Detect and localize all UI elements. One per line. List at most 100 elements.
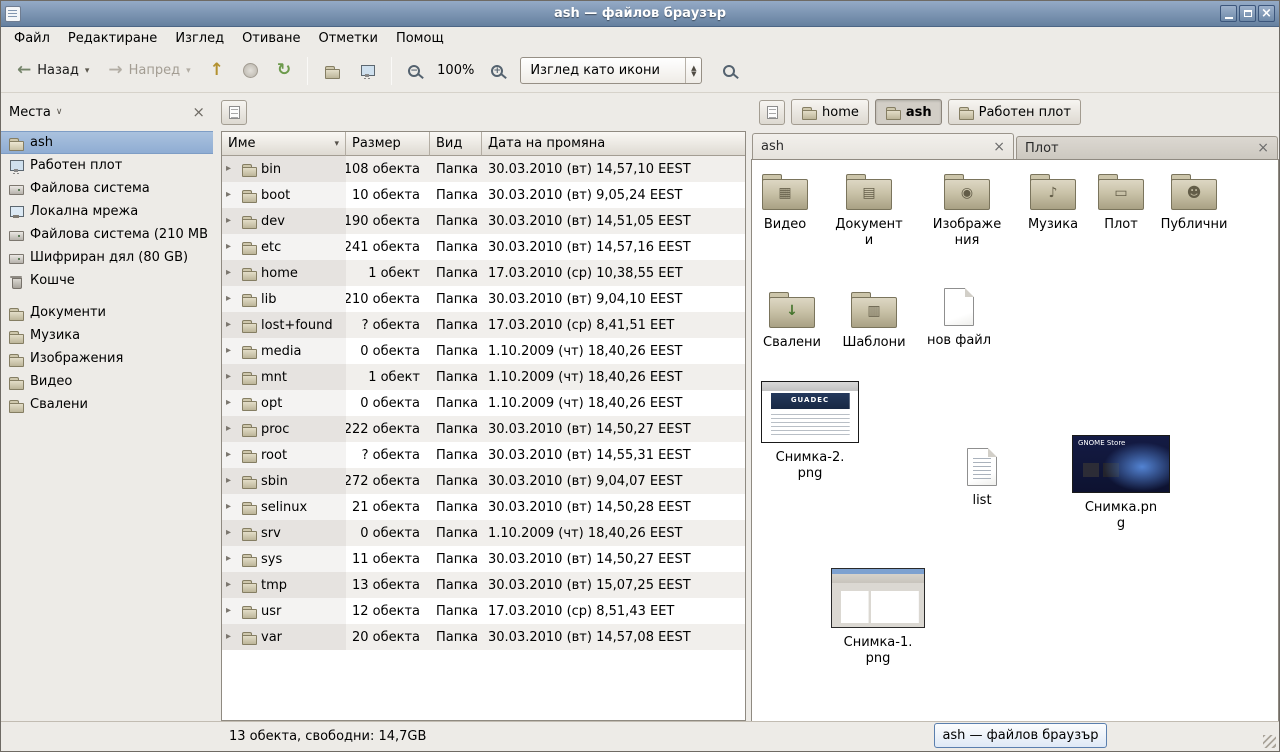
expander-icon[interactable]: ▸ (226, 372, 237, 382)
expander-icon[interactable]: ▸ (226, 450, 237, 460)
menu-item[interactable]: Отметки (309, 27, 386, 49)
column-header-date[interactable]: Дата на промяна (482, 132, 745, 156)
stop-button[interactable] (235, 55, 266, 87)
back-button[interactable]: ← Назад ▾ (9, 55, 97, 87)
table-row[interactable]: ▸ dev 190 обекта Папка 30.03.2010 (вт) 1… (222, 208, 745, 234)
icon-view-item[interactable]: нов файл (917, 288, 1001, 349)
forward-button[interactable]: → Напред ▾ (100, 55, 198, 87)
icon-view-item[interactable]: ▥ Шаблони (832, 292, 916, 351)
tab-close-icon[interactable]: × (993, 140, 1005, 154)
icon-view-item[interactable]: GUADEC Снимка-2.png (756, 381, 864, 483)
sidebar-item[interactable]: Локална мрежа (1, 200, 213, 223)
expander-icon[interactable]: ▸ (226, 502, 237, 512)
icon-view-item[interactable]: ↓ Свалени (751, 292, 834, 351)
sidebar-item[interactable]: Видео (1, 370, 213, 393)
sidebar-item[interactable]: Свалени (1, 393, 213, 416)
zoom-out-button[interactable]: − (400, 55, 428, 87)
icon-view-item[interactable]: ▤ Документи (827, 174, 911, 250)
sidebar-title[interactable]: Места (9, 105, 51, 120)
icon-view-item[interactable]: ◉ Изображения (925, 174, 1009, 250)
sidebar-item[interactable]: Работен плот (1, 154, 213, 177)
table-row[interactable]: ▸ sys 11 обекта Папка 30.03.2010 (вт) 14… (222, 546, 745, 572)
tab[interactable]: ash × (752, 133, 1014, 159)
expander-icon[interactable]: ▸ (226, 554, 237, 564)
computer-button[interactable] (351, 55, 383, 87)
sidebar-item[interactable]: Документи (1, 301, 213, 324)
column-header-size[interactable]: Размер (346, 132, 430, 156)
sidebar-item[interactable]: Изображения (1, 347, 213, 370)
resize-grip[interactable] (1263, 735, 1276, 748)
view-mode-select[interactable]: Изглед като икони ▲▼ (520, 57, 702, 84)
icon-view-item[interactable]: ▭ Плот (1079, 174, 1163, 233)
table-row[interactable]: ▸ var 20 обекта Папка 30.03.2010 (вт) 14… (222, 624, 745, 650)
table-row[interactable]: ▸ opt 0 обекта Папка 1.10.2009 (чт) 18,4… (222, 390, 745, 416)
menu-item[interactable]: Файл (5, 27, 59, 49)
expander-icon[interactable]: ▸ (226, 190, 237, 200)
icon-view-item[interactable]: ☻ Публични (1152, 174, 1236, 233)
table-row[interactable]: ▸ selinux 21 обекта Папка 30.03.2010 (вт… (222, 494, 745, 520)
tab-close-icon[interactable]: × (1257, 141, 1269, 155)
table-row[interactable]: ▸ tmp 13 обекта Папка 30.03.2010 (вт) 15… (222, 572, 745, 598)
path-button[interactable]: home (791, 99, 869, 125)
task-list-button[interactable]: ash — файлов браузър (934, 723, 1107, 748)
spinner-arrows-icon[interactable]: ▲▼ (685, 58, 701, 83)
chevron-down-icon[interactable]: ∨ (56, 107, 63, 117)
minimize-button[interactable] (1220, 5, 1237, 22)
expander-icon[interactable]: ▸ (226, 242, 237, 252)
table-row[interactable]: ▸ sbin 272 обекта Папка 30.03.2010 (вт) … (222, 468, 745, 494)
expander-icon[interactable]: ▸ (226, 346, 237, 356)
sidebar-item[interactable]: Кошче (1, 269, 213, 292)
table-row[interactable]: ▸ lib 210 обекта Папка 30.03.2010 (вт) 9… (222, 286, 745, 312)
expander-icon[interactable]: ▸ (226, 216, 237, 226)
menu-item[interactable]: Отиване (233, 27, 309, 49)
table-row[interactable]: ▸ bin 108 обекта Папка 30.03.2010 (вт) 1… (222, 156, 745, 182)
search-button[interactable] (715, 55, 743, 87)
sidebar-item[interactable]: ash (1, 131, 213, 154)
table-row[interactable]: ▸ boot 10 обекта Папка 30.03.2010 (вт) 9… (222, 182, 745, 208)
sidebar-item[interactable] (1, 292, 213, 301)
icon-view-item[interactable]: list (940, 448, 1024, 509)
sidebar-item[interactable]: Шифриран дял (80 GB) (1, 246, 213, 269)
table-row[interactable]: ▸ mnt 1 обект Папка 1.10.2009 (чт) 18,40… (222, 364, 745, 390)
table-row[interactable]: ▸ srv 0 обекта Папка 1.10.2009 (чт) 18,4… (222, 520, 745, 546)
expander-icon[interactable]: ▸ (226, 424, 237, 434)
icon-view-item[interactable]: ▦ Видео (751, 174, 827, 233)
expander-icon[interactable]: ▸ (226, 320, 237, 330)
path-button[interactable]: Работен плот (948, 99, 1081, 125)
table-row[interactable]: ▸ home 1 обект Папка 17.03.2010 (ср) 10,… (222, 260, 745, 286)
table-row[interactable]: ▸ media 0 обекта Папка 1.10.2009 (чт) 18… (222, 338, 745, 364)
location-toggle-button[interactable] (759, 100, 785, 125)
table-row[interactable]: ▸ root ? обекта Папка 30.03.2010 (вт) 14… (222, 442, 745, 468)
home-button[interactable] (316, 55, 348, 87)
sidebar-close-button[interactable]: × (192, 105, 205, 120)
titlebar[interactable]: ash — файлов браузър × (1, 1, 1279, 27)
expander-icon[interactable]: ▸ (226, 398, 237, 408)
column-header-name[interactable]: Име ▾ (222, 132, 346, 156)
up-button[interactable]: ↑ (202, 55, 232, 87)
pane-toggle-button[interactable] (221, 100, 247, 125)
maximize-button[interactable] (1239, 5, 1256, 22)
menu-item[interactable]: Редактиране (59, 27, 166, 49)
expander-icon[interactable]: ▸ (226, 294, 237, 304)
tab[interactable]: Плот × (1016, 136, 1278, 159)
menu-item[interactable]: Изглед (166, 27, 233, 49)
close-button[interactable]: × (1258, 5, 1275, 22)
sidebar-item[interactable]: Музика (1, 324, 213, 347)
expander-icon[interactable]: ▸ (226, 268, 237, 278)
table-row[interactable]: ▸ usr 12 обекта Папка 17.03.2010 (ср) 8,… (222, 598, 745, 624)
column-header-type[interactable]: Вид (430, 132, 482, 156)
expander-icon[interactable]: ▸ (226, 528, 237, 538)
table-row[interactable]: ▸ etc 241 обекта Папка 30.03.2010 (вт) 1… (222, 234, 745, 260)
table-row[interactable]: ▸ lost+found ? обекта Папка 17.03.2010 (… (222, 312, 745, 338)
expander-icon[interactable]: ▸ (226, 476, 237, 486)
expander-icon[interactable]: ▸ (226, 632, 237, 642)
icon-view-item[interactable]: GNOME Store Снимка.png (1067, 435, 1175, 533)
sidebar-item[interactable]: Файлова система (210 MB) (1, 223, 213, 246)
icon-view-item[interactable]: Снимка-1.png (824, 568, 932, 668)
zoom-in-button[interactable]: + (483, 55, 511, 87)
chevron-down-icon[interactable]: ▾ (328, 139, 339, 149)
expander-icon[interactable]: ▸ (226, 580, 237, 590)
expander-icon[interactable]: ▸ (226, 164, 237, 174)
icon-view[interactable]: ▦ Видео ▤ Документи (751, 159, 1279, 721)
sidebar-item[interactable]: Файлова система (1, 177, 213, 200)
